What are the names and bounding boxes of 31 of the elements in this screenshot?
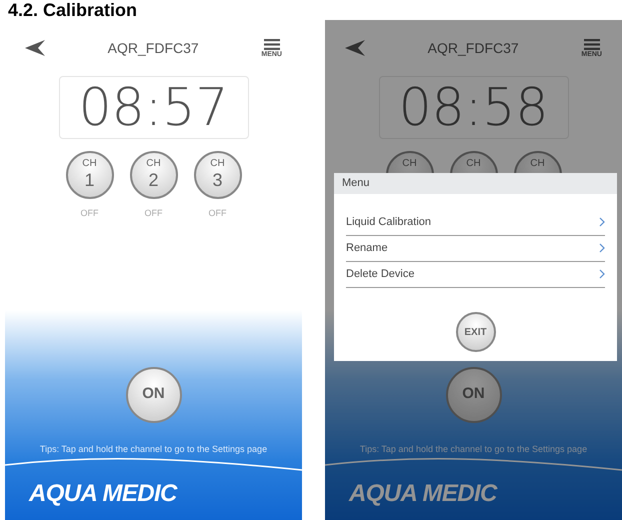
section-heading: 4.2. Calibration bbox=[7, 0, 138, 20]
chevron-right-icon bbox=[599, 243, 605, 253]
device-title: AQR_FDFC37 bbox=[108, 38, 199, 58]
menu-item[interactable]: Liquid Calibration bbox=[346, 210, 605, 236]
channel-button[interactable]: CH 1 bbox=[66, 151, 114, 199]
brand-logo: AQUA MEDIC bbox=[349, 479, 497, 509]
menu-item[interactable]: Delete Device bbox=[346, 262, 605, 288]
chevron-right-icon bbox=[599, 217, 605, 227]
channel-button[interactable]: CH 3 bbox=[194, 151, 242, 199]
channel-status: OFF bbox=[208, 207, 226, 220]
power-button[interactable]: ON bbox=[446, 366, 502, 422]
channel-status: OFF bbox=[80, 207, 98, 220]
exit-button[interactable]: EXIT bbox=[456, 312, 496, 352]
back-button[interactable] bbox=[25, 40, 45, 56]
back-arrow-icon bbox=[25, 40, 45, 56]
channel-button[interactable]: CH 2 bbox=[130, 151, 178, 199]
device-title: AQR_FDFC37 bbox=[428, 38, 519, 58]
channel-status: OFF bbox=[144, 207, 162, 220]
menu-item[interactable]: Rename bbox=[346, 236, 605, 262]
menu-icon bbox=[584, 38, 600, 50]
chevron-right-icon bbox=[599, 269, 605, 279]
power-button[interactable]: ON bbox=[126, 366, 182, 422]
back-arrow-icon bbox=[345, 40, 365, 56]
tips-text: Tips: Tap and hold the channel to go to the Settings page bbox=[360, 442, 588, 456]
menu-title: Menu bbox=[334, 173, 617, 194]
clock-display: 08:57 bbox=[58, 76, 248, 139]
tips-text: Tips: Tap and hold the channel to go to the Settings page bbox=[40, 442, 268, 456]
brand-logo: AQUA MEDIC bbox=[29, 479, 177, 509]
menu-icon bbox=[264, 38, 280, 50]
clock-display: 08:58 bbox=[378, 76, 568, 139]
back-button[interactable] bbox=[345, 40, 365, 56]
